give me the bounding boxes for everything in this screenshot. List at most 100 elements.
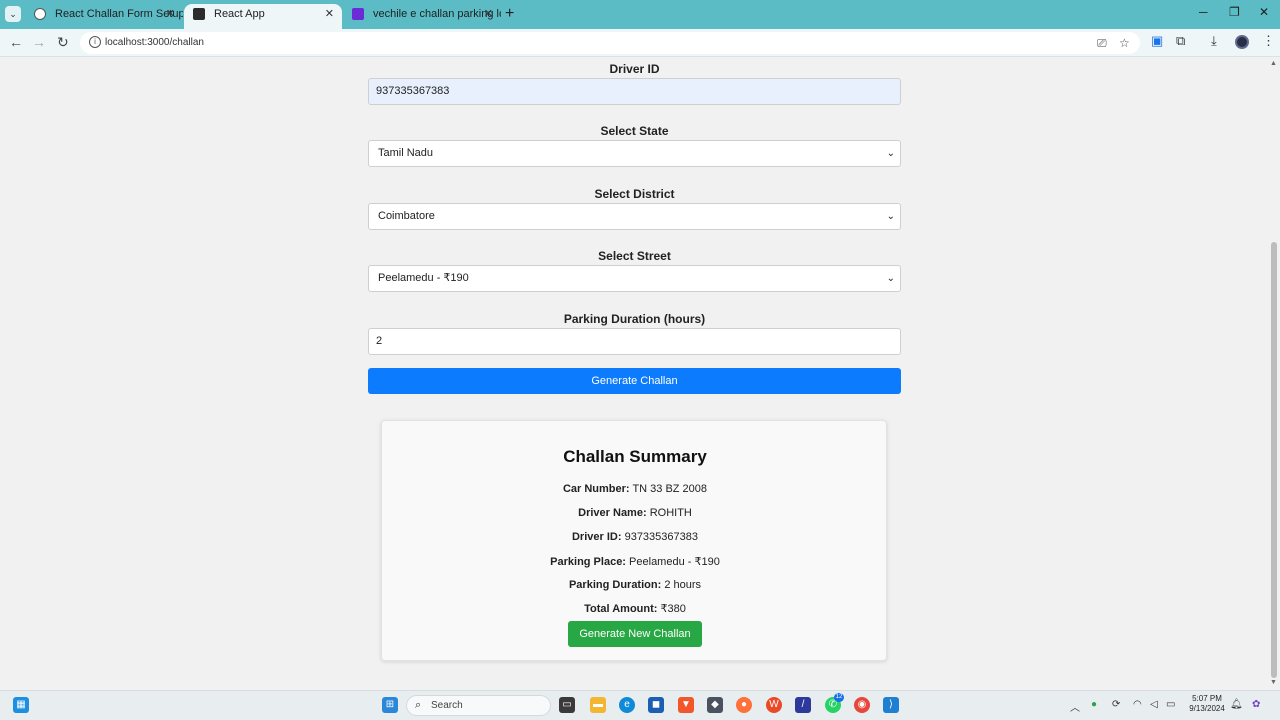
widgets-icon[interactable]: ▦ (13, 697, 29, 713)
summary-row-label: Car Number: (562, 483, 630, 495)
tab-label: React Challan Form Setup (55, 8, 183, 20)
speaker-muted-icon[interactable]: ◁ (1150, 699, 1158, 710)
summary-row-driver-id: Driver ID: 937335367383 (382, 531, 888, 543)
summary-row-value: Peelamedu - ₹190 (629, 556, 720, 568)
scroll-down-arrow-icon[interactable]: ▼ (1270, 679, 1277, 686)
scroll-up-arrow-icon[interactable]: ▲ (1270, 60, 1277, 67)
app-cube-icon[interactable]: ◆ (707, 697, 723, 713)
wps-office-icon[interactable]: W (766, 697, 782, 713)
district-select[interactable]: Coimbatore ⌄ (368, 203, 901, 230)
page-viewport: Driver ID 937335367383 Select State Tami… (0, 58, 1268, 690)
driver-id-label: Driver ID (609, 62, 660, 76)
chevron-down-icon: ⌄ (886, 273, 895, 284)
search-icon: ⌕ (415, 699, 422, 711)
tray-sync-icon[interactable]: ⟳ (1112, 699, 1120, 710)
editor-app-icon[interactable]: / (795, 697, 811, 713)
summary-row-label: Driver Name: (578, 507, 647, 519)
close-tab-icon[interactable]: ✕ (484, 4, 493, 24)
summary-row-value: 937335367383 (624, 531, 698, 543)
page-scrollbar[interactable]: ▲ ▼ (1268, 58, 1280, 690)
street-select[interactable]: Peelamedu - ₹190 ⌄ (368, 265, 901, 292)
summary-row-total-amount: Total Amount: ₹380 (382, 602, 888, 615)
tray-overflow-chevron-icon[interactable]: ︿ (1070, 699, 1080, 714)
browser-toolbar: ← → ↻ i localhost:3000/challan ⎚ ☆ ▣ ⧉ ⤓… (0, 29, 1280, 57)
react-favicon-icon (193, 8, 205, 20)
install-app-icon[interactable]: ⎚ (1097, 36, 1107, 51)
summary-row-value: TN 33 BZ 2008 (632, 483, 708, 495)
forward-arrow-icon[interactable]: → (32, 34, 46, 50)
duration-label: Parking Duration (hours) (563, 312, 706, 326)
reload-icon[interactable]: ↻ (57, 34, 69, 51)
close-tab-icon[interactable]: ✕ (325, 4, 334, 24)
profile-avatar[interactable] (1235, 35, 1249, 49)
street-selected-value: Peelamedu - ₹190 (378, 272, 469, 284)
chrome-icon[interactable]: ◉ (854, 697, 870, 713)
vscode-icon[interactable]: ⟩ (883, 697, 899, 713)
taskbar-search-box[interactable]: ⌕ Search (406, 695, 551, 716)
state-selected-value: Tamil Nadu (378, 147, 434, 159)
bookmark-star-icon[interactable]: ☆ (1119, 36, 1130, 50)
tray-app-icon[interactable]: ● (1091, 699, 1097, 710)
browser-tab-strip: ⌄ React Challan Form Setup ✕ React App ✕… (0, 0, 1280, 29)
summary-row-parking-duration: Parking Duration: 2 hours (382, 579, 888, 591)
file-explorer-icon[interactable]: ▬ (590, 697, 606, 713)
chevron-down-icon: ⌄ (886, 148, 895, 159)
brave-browser-icon[interactable]: ▼ (678, 697, 694, 713)
task-view-icon[interactable]: ▭ (559, 697, 575, 713)
openai-favicon-icon (34, 8, 46, 20)
edge-browser-icon[interactable]: e (619, 697, 635, 713)
back-arrow-icon[interactable]: ← (9, 34, 23, 50)
summary-row-label: Driver ID: (571, 531, 622, 543)
copilot-icon[interactable]: ✿ (1252, 699, 1260, 710)
summary-title: Challan Summary (563, 447, 707, 466)
tab-react-app[interactable]: React App ✕ (184, 4, 342, 29)
summary-row-label: Parking Place: (550, 556, 626, 568)
close-window-icon[interactable]: ✕ (1259, 5, 1269, 19)
tab-vechile-logo-search[interactable]: vechile e challan parking logo - ✕ (343, 4, 501, 29)
generate-new-challan-button[interactable]: Generate New Challan (568, 621, 702, 647)
wifi-icon[interactable]: ◠ (1133, 699, 1142, 710)
tab-react-challan-form-setup[interactable]: React Challan Form Setup ✕ (25, 4, 183, 29)
scrollbar-thumb[interactable] (1271, 242, 1277, 678)
tab-search-chevron-icon[interactable]: ⌄ (5, 6, 21, 22)
tab-label: vechile e challan parking logo - (373, 8, 501, 20)
summary-row-value: ₹380 (660, 603, 686, 615)
taskbar-search-placeholder: Search (431, 700, 463, 711)
battery-icon[interactable]: ▭ (1166, 699, 1175, 710)
extensions-puzzle-icon[interactable]: ⧉ (1176, 33, 1185, 49)
yahoo-favicon-icon (352, 8, 364, 20)
menu-kebab-icon[interactable]: ⋮ (1262, 33, 1275, 49)
summary-row-label: Parking Duration: (568, 579, 662, 591)
clock-date: 9/13/2024 (1189, 704, 1225, 713)
summary-row-label: Total Amount: (584, 603, 658, 615)
firefox-icon[interactable]: ● (736, 697, 752, 713)
driver-id-input[interactable]: 937335367383 (368, 78, 901, 105)
generate-challan-button[interactable]: Generate Challan (368, 368, 901, 394)
state-label: Select State (600, 124, 669, 138)
restore-icon[interactable]: ❐ (1229, 5, 1240, 19)
district-label: Select District (594, 187, 675, 201)
download-icon[interactable]: ⤓ (1211, 33, 1217, 49)
address-bar[interactable]: i localhost:3000/challan ⎚ ☆ (80, 32, 1140, 54)
windows-start-icon[interactable]: ⊞ (382, 697, 398, 713)
site-info-icon[interactable]: i (89, 36, 101, 48)
district-selected-value: Coimbatore (378, 210, 435, 222)
chevron-down-icon: ⌄ (886, 211, 895, 222)
close-tab-icon[interactable]: ✕ (166, 4, 175, 24)
street-label: Select Street (598, 249, 671, 263)
duration-input[interactable]: 2 (368, 328, 901, 355)
taskbar-clock[interactable]: 5:07 PM 9/13/2024 (1186, 694, 1228, 714)
notification-bell-icon[interactable]: 🔔︎ (1230, 699, 1243, 710)
summary-row-parking-place: Parking Place: Peelamedu - ₹190 (382, 555, 888, 568)
summary-row-car-number: Car Number: TN 33 BZ 2008 (382, 483, 888, 495)
whatsapp-badge: 12 (834, 693, 844, 702)
new-tab-plus-icon[interactable]: + (505, 5, 514, 23)
state-select[interactable]: Tamil Nadu ⌄ (368, 140, 901, 167)
clock-time: 5:07 PM (1192, 694, 1222, 703)
summary-row-driver-name: Driver Name: ROHITH (382, 507, 888, 519)
url-text: localhost:3000/challan (105, 37, 204, 48)
microsoft-store-icon[interactable]: ◼ (648, 697, 664, 713)
windows-taskbar: ▦ ⊞ ⌕ Search ▭ ▬ e ◼ ▼ ◆ ● W / ✆ 12 ◉ ⟩ … (0, 690, 1280, 720)
minimize-icon[interactable]: ─ (1199, 5, 1208, 19)
extension-blue-icon[interactable]: ▣ (1151, 33, 1163, 49)
